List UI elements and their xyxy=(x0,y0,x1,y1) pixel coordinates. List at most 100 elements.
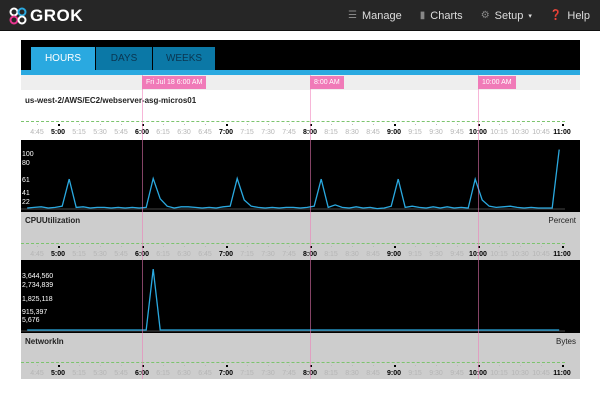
nav-label: Setup xyxy=(494,9,524,22)
tick-mark xyxy=(184,124,185,125)
nav-help[interactable]: ❓ Help xyxy=(550,10,590,22)
instance-section: us-west-2/AWS/EC2/webserver-asg-micros01… xyxy=(21,90,580,140)
help-icon: ❓ xyxy=(549,10,563,21)
tick-mark xyxy=(562,365,564,367)
tick-mark xyxy=(394,124,396,126)
tick-mark xyxy=(121,124,122,125)
tick-label: 5:45 xyxy=(114,129,128,136)
tick-label: 8:45 xyxy=(366,370,380,377)
tick-mark xyxy=(541,246,542,247)
tick-mark xyxy=(100,246,101,247)
tick-mark xyxy=(268,124,269,125)
nav-setup[interactable]: ⚙ Setup ▾ xyxy=(481,10,532,22)
y-tick-label: 22 xyxy=(22,199,30,206)
tick-mark xyxy=(457,246,458,247)
tick-mark xyxy=(205,124,206,125)
metric-unit: Percent xyxy=(548,216,576,225)
tick-mark xyxy=(205,365,206,366)
time-axis: 4:455:005:155:305:456:006:156:306:457:00… xyxy=(21,362,580,384)
gear-icon: ⚙ xyxy=(480,10,490,21)
tick-mark xyxy=(541,365,542,366)
tick-mark xyxy=(415,124,416,125)
tick-label: 7:30 xyxy=(261,251,275,258)
tick-mark xyxy=(499,124,500,125)
tick-mark xyxy=(331,365,332,366)
time-marker-line xyxy=(310,75,311,379)
tick-label: 6:45 xyxy=(198,129,212,136)
tab-hours[interactable]: HOURS xyxy=(31,47,95,70)
tick-label: 5:00 xyxy=(50,129,66,136)
tick-label: 11:00 xyxy=(553,370,571,377)
tick-label: 10:30 xyxy=(511,370,529,377)
tick-mark xyxy=(163,246,164,247)
tick-mark xyxy=(58,246,60,248)
tick-mark xyxy=(373,365,374,366)
tick-mark xyxy=(79,124,80,125)
tick-mark xyxy=(352,365,353,366)
tick-label: 10:30 xyxy=(511,251,529,258)
tick-label: 8:45 xyxy=(366,129,380,136)
tick-label: 6:30 xyxy=(177,370,191,377)
tick-label: 7:15 xyxy=(240,129,254,136)
tick-label: 7:00 xyxy=(218,370,234,377)
time-marker-bar: Fri Jul 18 6:00 AM 8:00 AM 10:00 AM xyxy=(21,75,580,90)
nav-label: Charts xyxy=(430,9,463,22)
tick-mark xyxy=(58,365,60,367)
time-marker-line xyxy=(142,75,143,379)
tick-mark xyxy=(436,246,437,247)
tick-label: 9:00 xyxy=(386,370,402,377)
tick-label: 7:30 xyxy=(261,129,275,136)
tick-label: 9:45 xyxy=(450,370,464,377)
threshold-dashed-line xyxy=(21,362,565,363)
app-name: GROK xyxy=(30,6,83,25)
tick-mark xyxy=(520,365,521,366)
network-chart-svg xyxy=(21,269,565,332)
instance-name[interactable]: us-west-2/AWS/EC2/webserver-asg-micros01 xyxy=(25,96,196,105)
tick-label: 9:00 xyxy=(386,129,402,136)
y-tick-label: 2,734,839 xyxy=(22,282,54,289)
tick-label: 8:15 xyxy=(324,251,338,258)
tick-label: 8:15 xyxy=(324,370,338,377)
tick-label: 7:45 xyxy=(282,251,296,258)
nav-label: Help xyxy=(567,9,590,22)
metric-title: NetworkIn xyxy=(25,337,64,346)
tick-mark xyxy=(184,365,185,366)
y-tick-label: 61 xyxy=(22,177,30,184)
threshold-dashed-line xyxy=(21,121,565,122)
tick-label: 10:15 xyxy=(490,251,508,258)
tick-label: 6:30 xyxy=(177,251,191,258)
series-line xyxy=(27,149,560,210)
list-icon: ☰ xyxy=(348,10,357,21)
tab-days[interactable]: DAYS xyxy=(96,47,152,70)
series-line xyxy=(27,269,560,331)
tick-mark xyxy=(436,365,437,366)
tick-mark xyxy=(415,246,416,247)
tick-mark xyxy=(331,124,332,125)
tick-label: 4:45 xyxy=(30,129,44,136)
grok-logo[interactable]: GROK xyxy=(9,6,83,26)
tick-label: 10:15 xyxy=(490,370,508,377)
tick-label: 4:45 xyxy=(30,370,44,377)
tick-label: 9:15 xyxy=(408,251,422,258)
cpu-chart: 100 80 61 41 22 xyxy=(21,140,580,212)
tick-mark xyxy=(100,124,101,125)
tick-label: 7:15 xyxy=(240,370,254,377)
metrics-panel: HOURS DAYS WEEKS Fri Jul 18 6:00 AM 8:00 … xyxy=(21,40,580,379)
tick-mark xyxy=(415,365,416,366)
network-chart: 3,644,560 2,734,839 1,825,118 915,397 5,676 xyxy=(21,262,580,333)
nav-manage[interactable]: ☰ Manage xyxy=(348,10,402,22)
tick-mark xyxy=(121,365,122,366)
tick-label: 11:00 xyxy=(553,129,571,136)
nav-charts[interactable]: ▮ Charts xyxy=(420,10,463,22)
tick-label: 8:30 xyxy=(345,370,359,377)
tick-mark xyxy=(58,124,60,126)
y-tick-label: 5,676 xyxy=(22,317,40,324)
tick-label: 5:15 xyxy=(72,129,86,136)
tab-weeks[interactable]: WEEKS xyxy=(153,47,215,70)
tick-mark xyxy=(520,124,521,125)
tick-label: 8:30 xyxy=(345,251,359,258)
tick-label: 5:00 xyxy=(50,251,66,258)
tick-mark xyxy=(247,365,248,366)
y-tick-label: 1,825,118 xyxy=(22,296,53,303)
time-marker: 8:00 AM xyxy=(310,76,344,89)
